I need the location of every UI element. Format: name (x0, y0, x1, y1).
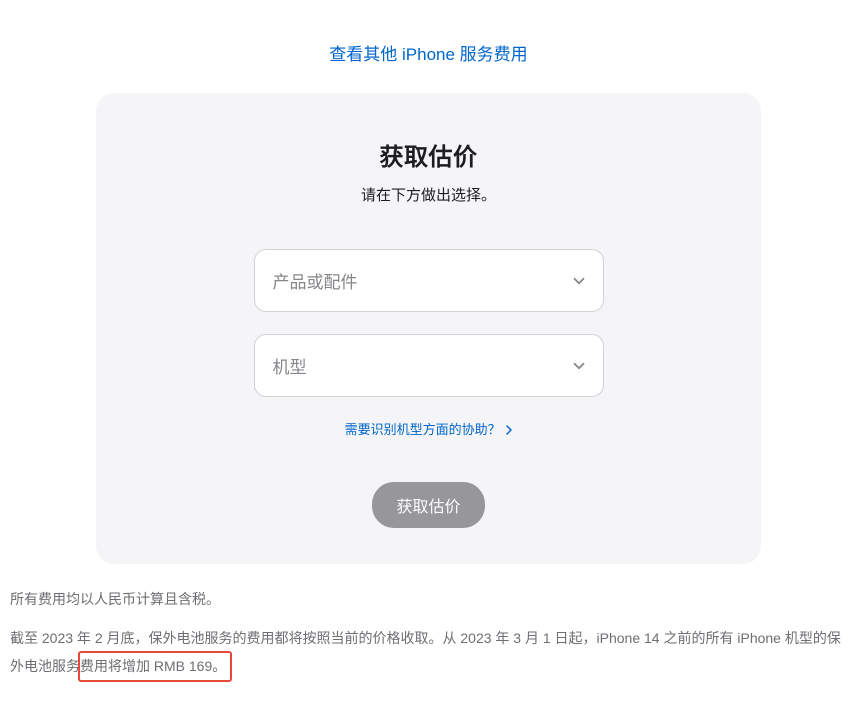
model-select-placeholder: 机型 (273, 353, 307, 378)
identify-model-help-label: 需要识别机型方面的协助？ (345, 422, 501, 437)
product-select-wrap: 产品或配件 (254, 249, 604, 312)
other-iphone-services-link[interactable]: 查看其他 iPhone 服务费用 (329, 45, 527, 64)
footer-price-change-highlight: 费用将增加 RMB 169。 (78, 651, 232, 682)
card-subtitle: 请在下方做出选择。 (144, 184, 713, 205)
model-select[interactable]: 机型 (254, 334, 604, 397)
footer-price-change-note: 截至 2023 年 2 月底，保外电池服务的费用都将按照当前的价格收取。从 20… (10, 625, 847, 682)
identify-model-help-link[interactable]: 需要识别机型方面的协助？ (345, 422, 513, 437)
get-estimate-button[interactable]: 获取估价 (372, 482, 484, 528)
card-title: 获取估价 (144, 137, 713, 172)
estimate-card: 获取估价 请在下方做出选择。 产品或配件 机型 需要识别机型方面的协助？ 获取估… (96, 93, 761, 564)
product-select[interactable]: 产品或配件 (254, 249, 604, 312)
top-other-services-link-wrap: 查看其他 iPhone 服务费用 (0, 0, 857, 93)
product-select-placeholder: 产品或配件 (273, 268, 358, 293)
chevron-right-icon (506, 425, 512, 435)
model-select-wrap: 机型 (254, 334, 604, 397)
identify-model-help-wrap: 需要识别机型方面的协助？ (144, 419, 713, 438)
footer-notes: 所有费用均以人民币计算且含税。 截至 2023 年 2 月底，保外电池服务的费用… (0, 586, 857, 704)
footer-currency-note: 所有费用均以人民币计算且含税。 (10, 586, 847, 613)
